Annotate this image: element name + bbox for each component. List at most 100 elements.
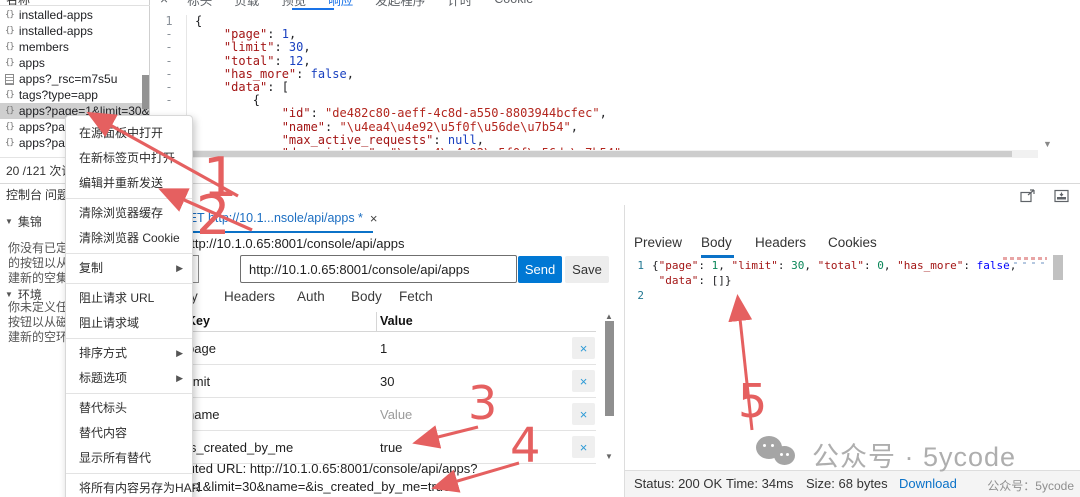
param-value[interactable]: 1 bbox=[380, 341, 387, 356]
request-row[interactable]: tags?type=app bbox=[0, 87, 149, 103]
request-row[interactable]: installed-apps bbox=[0, 23, 149, 39]
tab-body[interactable]: Body bbox=[701, 235, 732, 250]
line-number: 2 bbox=[637, 289, 644, 302]
scrollbar-thumb[interactable] bbox=[142, 75, 149, 109]
fold-marker[interactable]: - bbox=[152, 41, 186, 54]
tab-fetch[interactable]: Fetch bbox=[399, 289, 433, 304]
query-params-table: Key Value page 1 × limit 30 × name Value… bbox=[151, 312, 596, 464]
devtools-window: × 标头 负载 预览 响应 发起程序 计时 Cookie 1{ -"page":… bbox=[0, 0, 1080, 497]
fetch-icon bbox=[5, 122, 14, 132]
response-status-bar: Status: 200 OK Time: 34ms Size: 68 bytes… bbox=[625, 470, 1080, 497]
menu-separator bbox=[66, 198, 192, 199]
tab-body[interactable]: Body bbox=[351, 289, 382, 304]
request-label: installed-apps bbox=[18, 8, 93, 22]
param-value[interactable]: true bbox=[380, 440, 402, 455]
fetch-icon bbox=[5, 106, 14, 116]
time-text: Time: 34ms bbox=[726, 476, 794, 491]
json-line: - "has_more": false, bbox=[152, 67, 1080, 82]
fetch-icon bbox=[5, 26, 14, 36]
watermark-text: 公众号 · 5ycode bbox=[812, 441, 1017, 472]
menu-item-override-content[interactable]: 替代内容 bbox=[66, 421, 192, 446]
dock-panel-icon[interactable] bbox=[1054, 189, 1070, 203]
param-value-placeholder[interactable]: Value bbox=[380, 407, 412, 422]
tab-auth[interactable]: Auth bbox=[297, 289, 325, 304]
menu-item-clear-browser-cookies[interactable]: 清除浏览器 Cookie bbox=[66, 226, 192, 251]
save-button[interactable]: Save bbox=[565, 256, 609, 283]
menu-item-block-request-url[interactable]: 阻止请求 URL bbox=[66, 286, 192, 311]
request-editor: GET http://10.1...nsole/api/apps * × http… bbox=[120, 205, 622, 497]
send-button[interactable]: Send bbox=[518, 256, 562, 283]
tab-headers[interactable]: Headers bbox=[224, 289, 275, 304]
collections-empty-text: 建新的空集 bbox=[8, 271, 69, 285]
menu-separator bbox=[66, 283, 192, 284]
tab-headers[interactable]: Headers bbox=[755, 235, 806, 250]
param-value[interactable]: 30 bbox=[380, 374, 394, 389]
menu-item-show-all-overrides[interactable]: 显示所有替代 bbox=[66, 446, 192, 471]
request-row[interactable]: installed-apps bbox=[0, 7, 149, 23]
tab-payload[interactable]: 负载 bbox=[223, 0, 270, 9]
request-label: members bbox=[18, 40, 69, 54]
param-row: limit 30 × bbox=[151, 365, 596, 398]
download-link[interactable]: Download bbox=[899, 476, 957, 491]
tab-cookie[interactable]: Cookie bbox=[483, 0, 544, 6]
watermark: 公众号 · 5ycode bbox=[756, 436, 1016, 472]
environments-empty-text: 你未定义任 bbox=[8, 300, 69, 314]
menu-item-edit-and-resend[interactable]: 编辑并重新发送 bbox=[66, 171, 192, 196]
scroll-down-arrow-icon[interactable]: ▼ bbox=[605, 452, 613, 461]
menu-item-open-in-sources[interactable]: 在源面板中打开 bbox=[66, 121, 192, 146]
url-input[interactable] bbox=[240, 255, 517, 283]
request-row[interactable]: apps?_rsc=m7s5u bbox=[0, 71, 149, 87]
collections-section-header[interactable]: ▼ 集锦 bbox=[0, 213, 42, 230]
menu-item-save-all-as-har[interactable]: 将所有内容另存为HAR bbox=[66, 476, 200, 497]
param-key[interactable]: is_created_by_me bbox=[187, 440, 293, 455]
open-new-window-icon[interactable] bbox=[1020, 189, 1036, 203]
fetch-icon bbox=[5, 138, 14, 148]
drawer-tab-console[interactable]: 控制台 bbox=[6, 186, 42, 203]
response-json-viewer: 1{ - "page": 1, - "limit": 30, - "total": 1… bbox=[152, 9, 1080, 150]
scroll-down-arrow-icon[interactable]: ▼ bbox=[1043, 139, 1052, 149]
horizontal-scrollbar[interactable] bbox=[152, 150, 1038, 158]
menu-separator bbox=[66, 473, 192, 474]
tab-preview[interactable]: Preview bbox=[634, 235, 682, 250]
menu-item-clear-browser-cache[interactable]: 清除浏览器缓存 bbox=[66, 201, 192, 226]
menu-item-override-headers[interactable]: 替代标头 bbox=[66, 396, 192, 421]
scrollbar-thumb[interactable] bbox=[152, 151, 1012, 157]
tab-cookies[interactable]: Cookies bbox=[828, 235, 877, 250]
fetch-icon bbox=[5, 90, 14, 100]
menu-item-block-request-domain[interactable]: 阻止请求域 bbox=[66, 311, 192, 336]
close-icon[interactable]: × bbox=[152, 0, 176, 7]
delete-row-button[interactable]: × bbox=[572, 337, 595, 359]
param-row: is_created_by_me true × bbox=[151, 431, 596, 464]
fold-marker[interactable]: - bbox=[152, 54, 186, 68]
menu-separator bbox=[66, 393, 192, 394]
json-line: 1 {"page": 1, "limit": 30, "total": 0, "h… bbox=[625, 258, 1065, 273]
delete-row-button[interactable]: × bbox=[572, 403, 595, 425]
tab-headers[interactable]: 标头 bbox=[176, 0, 223, 9]
request-label: tags?type=app bbox=[18, 88, 98, 102]
size-text: Size: 68 bytes bbox=[806, 476, 888, 491]
scrollbar-thumb[interactable] bbox=[1053, 255, 1063, 280]
request-label: apps?_rsc=m7s5u bbox=[19, 72, 118, 86]
request-row[interactable]: apps bbox=[0, 55, 149, 71]
context-menu: 在源面板中打开 在新标签页中打开 编辑并重新发送 清除浏览器缓存 清除浏览器 C… bbox=[65, 115, 200, 497]
menu-item-header-options[interactable]: 标题选项 ▶ bbox=[66, 366, 192, 391]
request-row[interactable]: members bbox=[0, 39, 149, 55]
close-icon[interactable]: × bbox=[370, 211, 378, 226]
scroll-up-arrow-icon[interactable]: ▲ bbox=[605, 312, 613, 321]
table-scrollbar[interactable]: ▲ ▼ bbox=[604, 312, 615, 461]
param-row: name Value × bbox=[151, 398, 596, 431]
delete-row-button[interactable]: × bbox=[572, 436, 595, 458]
fold-marker[interactable]: - bbox=[152, 94, 186, 107]
fetch-icon bbox=[5, 58, 14, 68]
delete-row-button[interactable]: × bbox=[572, 370, 595, 392]
menu-item-open-in-new-tab[interactable]: 在新标签页中打开 bbox=[66, 146, 192, 171]
scrollbar-thumb[interactable] bbox=[605, 321, 614, 416]
menu-item-sort-by[interactable]: 排序方式 ▶ bbox=[66, 341, 192, 366]
request-label: apps bbox=[18, 56, 45, 70]
menu-item-copy[interactable]: 复制 ▶ bbox=[66, 256, 192, 281]
tab-initiator[interactable]: 发起程序 bbox=[364, 0, 436, 9]
collapse-caret-icon: ▼ bbox=[5, 290, 13, 299]
collections-empty-text: 你没有已定 bbox=[8, 241, 69, 255]
submenu-arrow-icon: ▶ bbox=[176, 263, 183, 273]
tab-timing[interactable]: 计时 bbox=[436, 0, 483, 9]
